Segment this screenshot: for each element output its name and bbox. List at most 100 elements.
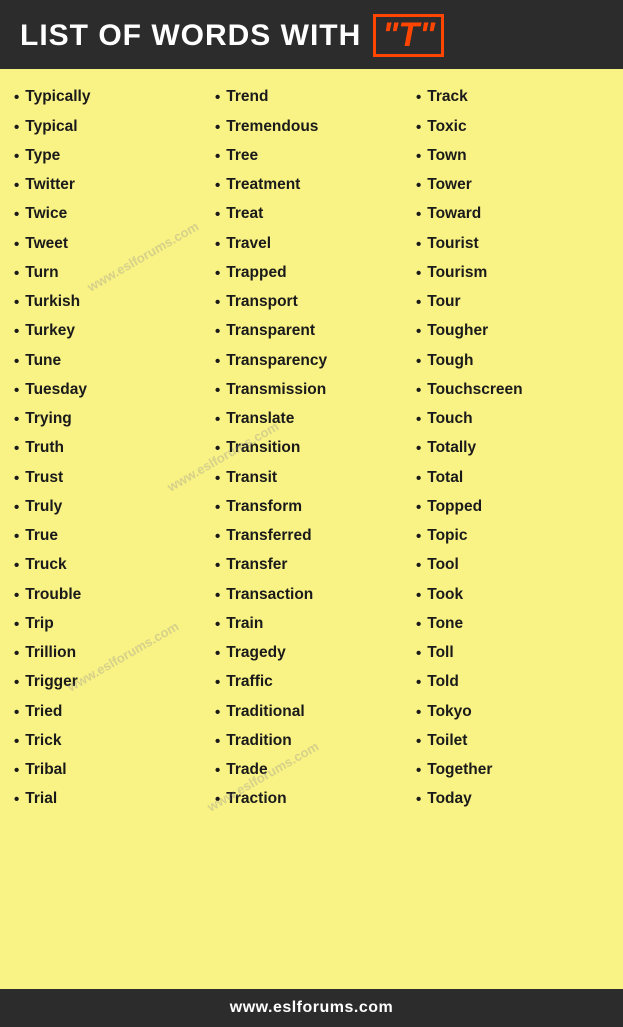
list-item: • Toll bbox=[416, 643, 609, 664]
bullet-icon: • bbox=[416, 381, 421, 401]
bullet-icon: • bbox=[416, 644, 421, 664]
word-label: Traditional bbox=[226, 702, 304, 723]
bullet-icon: • bbox=[14, 118, 19, 138]
word-label: Treat bbox=[226, 204, 263, 225]
word-label: Trigger bbox=[25, 672, 78, 693]
bullet-icon: • bbox=[14, 410, 19, 430]
word-label: Today bbox=[427, 789, 472, 810]
bullet-icon: • bbox=[416, 527, 421, 547]
bullet-icon: • bbox=[14, 439, 19, 459]
list-item: •Turkey bbox=[14, 321, 207, 342]
bullet-icon: • bbox=[215, 498, 220, 518]
word-label: Town bbox=[427, 146, 466, 167]
bullet-icon: • bbox=[416, 469, 421, 489]
header: LIST OF WORDS WITH "T" bbox=[0, 0, 623, 69]
page-title: LIST OF WORDS WITH bbox=[20, 19, 361, 53]
list-item: •Trigger bbox=[14, 672, 207, 693]
bullet-icon: • bbox=[14, 147, 19, 167]
word-label: Toilet bbox=[427, 731, 467, 752]
bullet-icon: • bbox=[416, 732, 421, 752]
bullet-icon: • bbox=[416, 264, 421, 284]
bullet-icon: • bbox=[215, 293, 220, 313]
footer-url: www.eslforums.com bbox=[230, 999, 394, 1016]
word-label: Transit bbox=[226, 468, 277, 489]
bullet-icon: • bbox=[416, 176, 421, 196]
word-label: Tougher bbox=[427, 321, 488, 342]
word-label: Touchscreen bbox=[427, 380, 522, 401]
list-item: • Tragedy bbox=[215, 643, 408, 664]
list-item: •Typically bbox=[14, 87, 207, 108]
word-label: Tribal bbox=[25, 760, 66, 781]
bullet-icon: • bbox=[14, 293, 19, 313]
word-label: Trip bbox=[25, 614, 53, 635]
list-item: •Transition bbox=[215, 438, 408, 459]
word-label: Train bbox=[226, 614, 263, 635]
list-item: •Trying bbox=[14, 409, 207, 430]
list-item: •Trapped bbox=[215, 263, 408, 284]
list-item: •Toxic bbox=[416, 117, 609, 138]
list-item: • True bbox=[14, 526, 207, 547]
list-item: •Truly bbox=[14, 497, 207, 518]
bullet-icon: • bbox=[416, 352, 421, 372]
list-item: • Tough bbox=[416, 351, 609, 372]
word-label: Tweet bbox=[25, 234, 68, 255]
bullet-icon: • bbox=[416, 586, 421, 606]
bullet-icon: • bbox=[215, 381, 220, 401]
bullet-icon: • bbox=[416, 118, 421, 138]
list-item: •Train bbox=[215, 614, 408, 635]
word-label: Tough bbox=[427, 351, 473, 372]
list-item: • Transit bbox=[215, 468, 408, 489]
word-label: Topped bbox=[427, 497, 482, 518]
word-label: True bbox=[25, 526, 58, 547]
list-item: •Twice bbox=[14, 204, 207, 225]
word-label: Transaction bbox=[226, 585, 313, 606]
bullet-icon: • bbox=[416, 88, 421, 108]
column-3: •Track•Toxic•Town•Tower•Toward•Tourist•T… bbox=[412, 87, 613, 818]
bullet-icon: • bbox=[416, 410, 421, 430]
bullet-icon: • bbox=[215, 790, 220, 810]
list-item: •Track bbox=[416, 87, 609, 108]
bullet-icon: • bbox=[416, 235, 421, 255]
word-label: Told bbox=[427, 672, 459, 693]
list-item: •Tour bbox=[416, 292, 609, 313]
list-item: •Tougher bbox=[416, 321, 609, 342]
bullet-icon: • bbox=[215, 761, 220, 781]
word-label: Type bbox=[25, 146, 60, 167]
bullet-icon: • bbox=[14, 469, 19, 489]
bullet-icon: • bbox=[14, 352, 19, 372]
word-label: Transition bbox=[226, 438, 300, 459]
word-label: Transfer bbox=[226, 555, 287, 576]
list-item: •Tribal bbox=[14, 760, 207, 781]
word-label: Tragedy bbox=[226, 643, 285, 664]
page-container: LIST OF WORDS WITH "T" www.eslforums.com… bbox=[0, 0, 623, 1027]
word-label: Toll bbox=[427, 643, 453, 664]
list-item: •Transmission bbox=[215, 380, 408, 401]
bullet-icon: • bbox=[14, 527, 19, 547]
list-item: •Travel bbox=[215, 234, 408, 255]
list-item: • Total bbox=[416, 468, 609, 489]
word-label: Total bbox=[427, 468, 463, 489]
bullet-icon: • bbox=[14, 703, 19, 723]
list-item: • Touchscreen bbox=[416, 380, 609, 401]
word-label: Tourist bbox=[427, 234, 478, 255]
bullet-icon: • bbox=[14, 381, 19, 401]
list-item: •Trick bbox=[14, 731, 207, 752]
word-label: Truck bbox=[25, 555, 66, 576]
list-item: •Tokyo bbox=[416, 702, 609, 723]
list-item: •Transaction bbox=[215, 585, 408, 606]
bullet-icon: • bbox=[215, 118, 220, 138]
word-label: Truth bbox=[25, 438, 64, 459]
bullet-icon: • bbox=[215, 469, 220, 489]
word-label: Transparent bbox=[226, 321, 315, 342]
word-label: Twitter bbox=[25, 175, 75, 196]
list-item: • Tourist bbox=[416, 234, 609, 255]
bullet-icon: • bbox=[416, 673, 421, 693]
bullet-icon: • bbox=[215, 644, 220, 664]
bullet-icon: • bbox=[416, 147, 421, 167]
list-item: • Topped bbox=[416, 497, 609, 518]
list-item: •Trade bbox=[215, 760, 408, 781]
bullet-icon: • bbox=[14, 235, 19, 255]
bullet-icon: • bbox=[215, 322, 220, 342]
word-label: Turn bbox=[25, 263, 58, 284]
bullet-icon: • bbox=[416, 498, 421, 518]
